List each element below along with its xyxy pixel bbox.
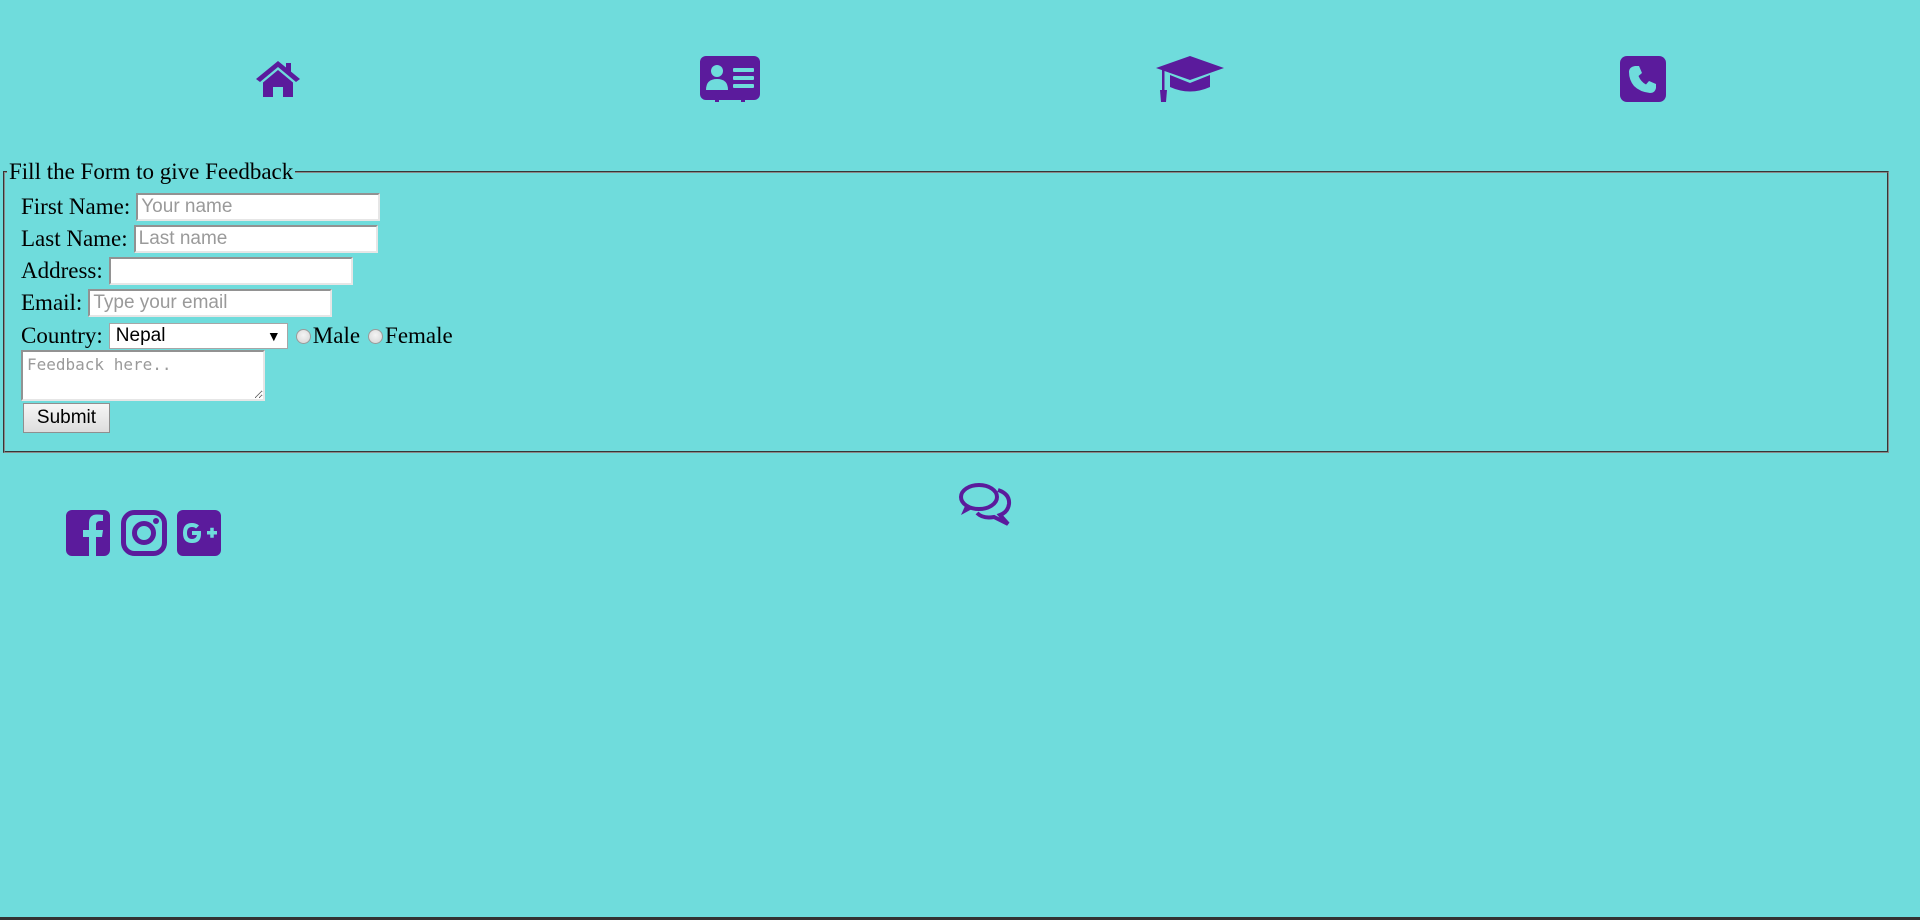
first-name-row: First Name: [21,193,381,221]
address-label: Address: [21,258,103,283]
country-selected-value: Nepal [115,325,166,346]
google-plus-icon[interactable] [177,510,221,561]
page: Fill the Form to give Feedback First Nam… [0,0,1920,920]
facebook-icon[interactable] [66,510,110,561]
last-name-row: Last Name: [21,225,378,253]
feedback-textarea[interactable] [21,350,265,401]
email-input[interactable] [88,289,333,317]
graduation-cap-icon[interactable] [1156,56,1224,102]
email-row: Email: [21,289,333,317]
phone-icon[interactable] [1620,56,1666,102]
male-label: Male [312,323,361,348]
comments-icon[interactable] [958,482,1012,526]
email-label: Email: [21,290,83,315]
home-icon[interactable] [254,59,302,99]
first-name-input[interactable] [136,193,381,221]
address-row: Address: [21,257,353,285]
female-label: Female [385,323,453,348]
country-select[interactable]: Nepal ▼ [108,323,288,349]
last-name-input[interactable] [133,225,378,253]
country-label: Country: [21,323,103,348]
id-card-icon[interactable] [700,56,760,102]
address-input[interactable] [108,257,353,285]
male-radio[interactable] [295,328,311,344]
dropdown-arrow-icon: ▼ [266,328,281,344]
female-radio[interactable] [368,328,384,344]
submit-button[interactable]: Submit [23,403,110,433]
country-row: Country: Nepal ▼ Male Female [21,323,453,349]
form-legend: Fill the Form to give Feedback [9,159,294,184]
last-name-label: Last Name: [21,226,128,251]
first-name-label: First Name: [21,194,131,219]
instagram-icon[interactable] [121,510,167,561]
